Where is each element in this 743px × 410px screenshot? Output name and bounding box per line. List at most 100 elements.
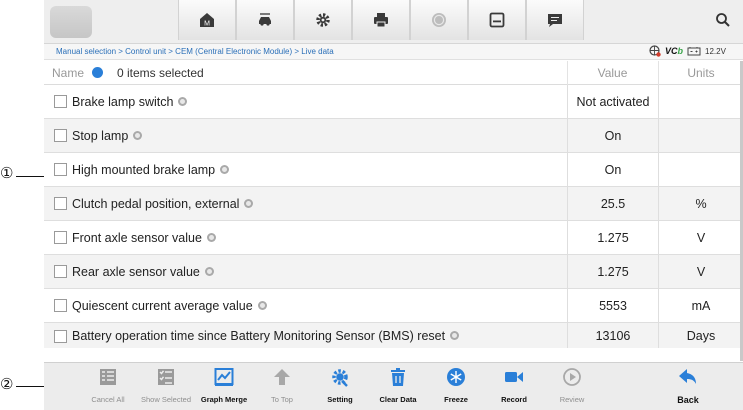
row-checkbox[interactable] xyxy=(54,95,67,108)
clear-data-button[interactable]: Clear Data xyxy=(369,363,427,410)
info-icon[interactable] xyxy=(92,67,103,78)
name-header: Name xyxy=(52,66,85,80)
clear-data-label: Clear Data xyxy=(379,395,417,404)
battery-icon xyxy=(687,47,701,56)
setting-label: Setting xyxy=(327,395,353,404)
row-unit: V xyxy=(658,221,743,255)
help-icon xyxy=(432,13,446,27)
row-value: Not activated xyxy=(567,85,658,119)
dropdown-icon[interactable] xyxy=(220,165,230,174)
graph-merge-icon xyxy=(214,368,234,386)
row-value: On xyxy=(567,153,658,187)
table-row[interactable]: Quiescent current average value 5553 mA xyxy=(44,289,743,323)
table-row[interactable]: Rear axle sensor value 1.275 V xyxy=(44,255,743,289)
row-value: On xyxy=(567,119,658,153)
help-button[interactable] xyxy=(410,0,468,40)
to-top-label: To Top xyxy=(271,395,293,404)
breadcrumb[interactable]: Manual selection > Control unit > CEM (C… xyxy=(56,47,334,56)
search-icon xyxy=(716,13,730,27)
graph-merge-label: Graph Merge xyxy=(200,395,248,404)
setting-button[interactable]: Setting xyxy=(311,363,369,410)
row-unit xyxy=(658,153,743,187)
callout-1-line xyxy=(16,176,44,177)
units-header: Units xyxy=(658,61,743,85)
dropdown-icon[interactable] xyxy=(178,97,188,106)
record-button[interactable]: Record xyxy=(485,363,543,410)
print-button[interactable] xyxy=(352,0,410,40)
callout-1: ① xyxy=(0,164,14,182)
voltage-readout: 12.2V xyxy=(705,46,726,56)
cancel-all-label: Cancel All xyxy=(91,395,125,404)
row-checkbox[interactable] xyxy=(54,163,67,176)
setting-icon xyxy=(332,369,348,387)
cancel-all-button[interactable]: Cancel All xyxy=(79,363,137,410)
message-button[interactable] xyxy=(526,0,584,40)
table-row[interactable]: High mounted brake lamp On xyxy=(44,153,743,187)
dropdown-icon[interactable] xyxy=(450,331,460,340)
to-top-icon xyxy=(274,369,290,385)
svg-text:M: M xyxy=(204,21,210,28)
selection-count: 0 items selected xyxy=(117,66,204,80)
vci-status: VCb 12.2V xyxy=(649,45,726,57)
row-value: 25.5 xyxy=(567,187,658,221)
freeze-label: Freeze xyxy=(444,395,468,404)
row-unit: mA xyxy=(658,289,743,323)
row-unit: V xyxy=(658,255,743,289)
row-checkbox[interactable] xyxy=(54,330,67,343)
row-label: Brake lamp switch xyxy=(72,95,188,109)
row-unit: Days xyxy=(658,323,743,348)
dropdown-icon[interactable] xyxy=(244,199,254,208)
review-label: Review xyxy=(559,395,585,404)
clear-data-icon xyxy=(391,368,405,386)
row-unit: % xyxy=(658,187,743,221)
dropdown-icon[interactable] xyxy=(257,301,267,310)
callout-2-line xyxy=(16,386,44,387)
cancel-all-icon xyxy=(100,369,116,385)
row-checkbox[interactable] xyxy=(54,231,67,244)
row-label: Battery operation time since Battery Mon… xyxy=(72,329,460,343)
top-toolbar: M xyxy=(44,0,743,44)
row-unit xyxy=(658,85,743,119)
back-button[interactable]: Back xyxy=(659,363,717,410)
row-value: 1.275 xyxy=(567,255,658,289)
table-row[interactable]: Stop lamp On xyxy=(44,119,743,153)
row-value: 5553 xyxy=(567,289,658,323)
show-selected-button[interactable]: Show Selected xyxy=(137,363,195,410)
dropdown-icon[interactable] xyxy=(206,233,216,242)
settings-icon xyxy=(316,13,330,27)
dropdown-icon[interactable] xyxy=(133,131,143,140)
table-row[interactable]: Brake lamp switch Not activated xyxy=(44,85,743,119)
save-button[interactable] xyxy=(468,0,526,40)
app-logo xyxy=(50,6,92,38)
row-value: 13106 xyxy=(567,323,658,348)
message-icon xyxy=(548,14,562,27)
home-button[interactable]: M xyxy=(178,0,236,40)
row-label: Stop lamp xyxy=(72,129,143,143)
table-header: Name 0 items selected Value Units xyxy=(44,61,743,85)
table-row[interactable]: Clutch pedal position, external 25.5 % xyxy=(44,187,743,221)
row-label: Rear axle sensor value xyxy=(72,265,214,279)
value-header: Value xyxy=(567,61,657,85)
row-checkbox[interactable] xyxy=(54,129,67,142)
record-label: Record xyxy=(501,395,527,404)
row-checkbox[interactable] xyxy=(54,299,67,312)
row-unit xyxy=(658,119,743,153)
table-row[interactable]: Front axle sensor value 1.275 V xyxy=(44,221,743,255)
freeze-icon xyxy=(447,368,465,386)
review-button[interactable]: Review xyxy=(543,363,601,410)
device-screen: M Manual selection > Control unit > CEM … xyxy=(44,0,743,410)
vci-label: VCb xyxy=(665,46,684,56)
dropdown-icon[interactable] xyxy=(204,267,214,276)
row-checkbox[interactable] xyxy=(54,265,67,278)
vehicle-swap-icon xyxy=(259,13,271,26)
review-icon xyxy=(563,368,581,386)
row-checkbox[interactable] xyxy=(54,197,67,210)
settings-button[interactable] xyxy=(294,0,352,40)
to-top-button[interactable]: To Top xyxy=(253,363,311,410)
freeze-button[interactable]: Freeze xyxy=(427,363,485,410)
table-row[interactable]: Battery operation time since Battery Mon… xyxy=(44,323,743,348)
graph-merge-button[interactable]: Graph Merge xyxy=(195,363,253,410)
figure: ① ② M Manual selection > Control unit > … xyxy=(0,0,743,410)
search-button[interactable] xyxy=(714,11,732,29)
vehicle-swap-button[interactable] xyxy=(236,0,294,40)
